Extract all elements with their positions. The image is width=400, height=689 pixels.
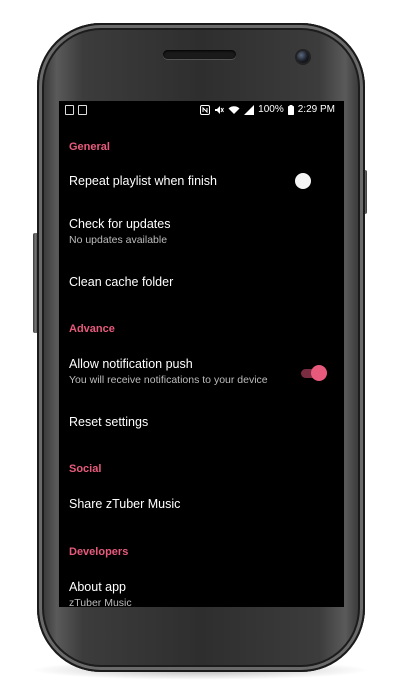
repeat-playlist-label[interactable]: Repeat playlist when finish <box>69 174 217 188</box>
screenshot-icon <box>65 105 74 115</box>
reset-settings-label[interactable]: Reset settings <box>69 415 148 429</box>
about-app-subtitle: zTuber Music <box>69 597 132 607</box>
mute-icon <box>214 105 225 115</box>
front-camera <box>297 51 309 63</box>
clipboard-icon <box>78 105 87 115</box>
battery-percentage: 100% <box>258 104 284 115</box>
battery-icon <box>287 104 294 115</box>
clock: 2:29 PM <box>297 104 335 115</box>
wifi-icon <box>228 105 240 115</box>
section-header-advance: Advance <box>69 323 115 335</box>
status-bar: 100% 2:29 PM <box>59 101 344 121</box>
share-app-label[interactable]: Share zTuber Music <box>69 497 180 511</box>
device-stage: 100% 2:29 PM General Repeat playlist whe… <box>0 0 400 689</box>
check-updates-status: No updates available <box>69 234 168 246</box>
toggle-thumb <box>311 365 327 381</box>
section-header-developers: Developers <box>69 546 129 558</box>
notification-push-toggle[interactable] <box>301 365 329 381</box>
section-header-social: Social <box>69 463 102 475</box>
notification-push-description: You will receive notifications to your d… <box>69 374 268 386</box>
app-screen: 100% 2:29 PM General Repeat playlist whe… <box>59 101 344 607</box>
check-updates-label[interactable]: Check for updates <box>69 217 170 231</box>
section-header-general: General <box>69 141 110 153</box>
nfc-icon <box>200 104 211 115</box>
notification-push-label[interactable]: Allow notification push <box>69 357 193 371</box>
repeat-playlist-toggle[interactable] <box>295 173 311 189</box>
earpiece-speaker <box>163 50 236 59</box>
clean-cache-label[interactable]: Clean cache folder <box>69 275 173 289</box>
about-app-label[interactable]: About app <box>69 580 126 594</box>
signal-icon <box>244 104 255 115</box>
